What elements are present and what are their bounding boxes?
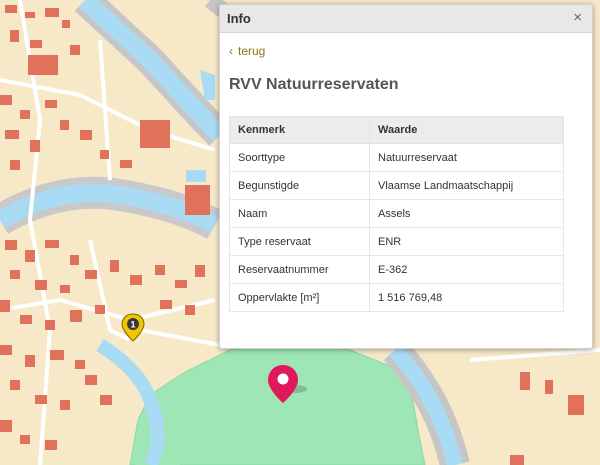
table-row: Naam Assels (229, 199, 564, 228)
table-row: Soorttype Natuurreservaat (229, 143, 564, 172)
back-link-label: terug (238, 44, 266, 58)
attribute-key: Soorttype (229, 143, 370, 172)
attribute-value: Natuurreservaat (369, 143, 564, 172)
attribute-key: Reservaatnummer (229, 255, 370, 284)
attribute-key: Type reservaat (229, 227, 370, 256)
table-header-row: Kenmerk Waarde (229, 116, 564, 144)
attribute-value: ENR (369, 227, 564, 256)
attribute-table: Kenmerk Waarde Soorttype Natuurreservaat… (229, 116, 564, 312)
close-icon[interactable]: × (573, 9, 582, 27)
attribute-value: Assels (369, 199, 564, 228)
table-row: Oppervlakte [m²] 1 516 769,48 (229, 283, 564, 312)
table-row: Reservaatnummer E-362 (229, 255, 564, 284)
info-panel-title: Info (227, 11, 251, 26)
back-link[interactable]: ‹ terug (229, 44, 265, 58)
attribute-key: Begunstigde (229, 171, 370, 200)
attribute-key: Naam (229, 199, 370, 228)
table-row: Type reservaat ENR (229, 227, 564, 256)
attribute-value: 1 516 769,48 (369, 283, 564, 312)
attribute-value: Vlaamse Landmaatschappij (369, 171, 564, 200)
table-row: Begunstigde Vlaamse Landmaatschappij (229, 171, 564, 200)
attribute-value: E-362 (369, 255, 564, 284)
info-panel-header: Info × (220, 5, 592, 33)
info-panel: Info × ‹ terug RVV Natuurreservaten Kenme… (219, 4, 593, 349)
chevron-left-icon: ‹ (229, 44, 233, 58)
column-header-waarde: Waarde (369, 116, 564, 144)
column-header-kenmerk: Kenmerk (229, 116, 370, 144)
attribute-key: Oppervlakte [m²] (229, 283, 370, 312)
cluster-count: 1 (130, 320, 135, 330)
layer-title: RVV Natuurreservaten (229, 76, 399, 93)
